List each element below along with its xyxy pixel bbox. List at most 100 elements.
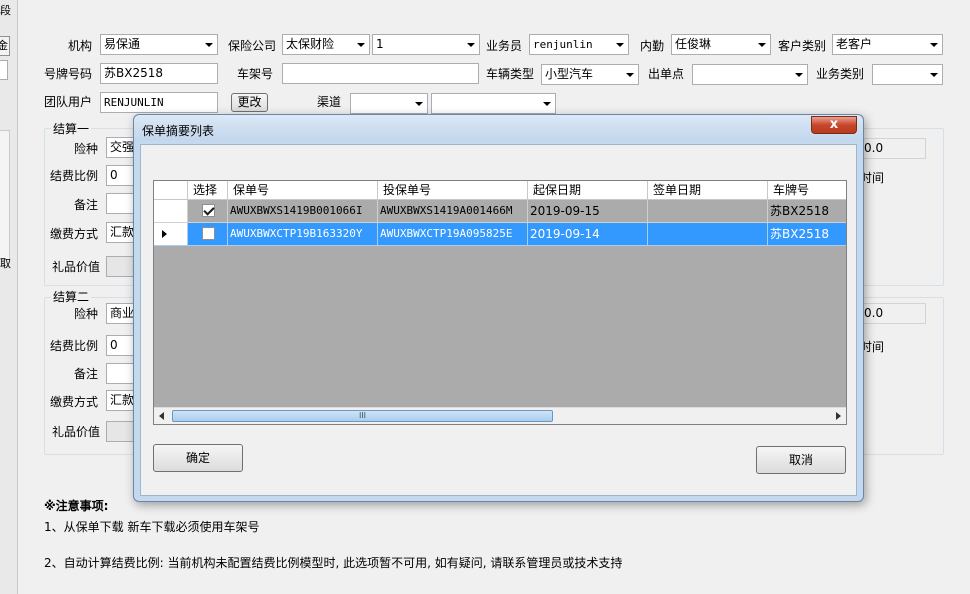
left-edge-button[interactable]: 金 xyxy=(0,36,10,56)
dialog-titlebar[interactable]: 保单摘要列表 x xyxy=(134,115,863,141)
checkbox-checked-icon[interactable] xyxy=(202,204,215,217)
settle1-xianzhong-label: 险种 xyxy=(74,142,99,156)
grid-header-qiandan[interactable]: 签单日期 xyxy=(648,181,768,200)
policy-grid: 选择 保单号 投保单号 起保日期 签单日期 车牌号 AWUXBWXS1419B0… xyxy=(153,180,847,425)
row-qibao: 2019-09-14 xyxy=(528,223,648,246)
grid-header-select[interactable]: 选择 xyxy=(188,181,228,200)
chejia-input[interactable] xyxy=(282,63,479,84)
row-qibao: 2019-09-15 xyxy=(528,200,648,223)
chevron-down-icon xyxy=(758,43,766,47)
ok-button[interactable]: 确定 xyxy=(153,444,243,472)
row-select-cell[interactable] xyxy=(188,200,228,223)
settle1-lipin-label: 礼品价值 xyxy=(52,260,101,274)
baoxian-code-value: 1 xyxy=(376,37,384,51)
grid-horizontal-scrollbar[interactable]: III xyxy=(154,407,846,424)
chevron-down-icon xyxy=(415,102,423,106)
qudao-select-1[interactable] xyxy=(350,93,428,114)
close-button[interactable]: x xyxy=(811,116,857,134)
policy-summary-dialog: 保单摘要列表 x 选择 保单号 投保单号 起保日期 签单日期 车牌号 AWUXB… xyxy=(133,114,864,502)
dialog-title: 保单摘要列表 xyxy=(142,124,215,138)
chudan-label: 出单点 xyxy=(648,67,685,81)
row-toubao: AWUXBWXCTP19A095825E xyxy=(378,223,528,246)
chevron-down-icon xyxy=(205,43,213,47)
settle2-xianzhong-label: 险种 xyxy=(74,307,99,321)
current-row-arrow-icon xyxy=(162,230,167,238)
cheliang-select[interactable]: 小型汽车 xyxy=(541,64,639,85)
kehu-select[interactable]: 老客户 xyxy=(832,34,943,55)
notes-line1: 1、从保单下载 新车下载必须使用车架号 xyxy=(44,520,260,534)
table-row[interactable]: AWUXBWXS1419B001066I AWUXBWXS1419A001466… xyxy=(154,200,846,223)
settle2-beizhu-label: 备注 xyxy=(74,367,99,381)
cheliang-select-value: 小型汽车 xyxy=(545,67,594,81)
grid-header-qibao[interactable]: 起保日期 xyxy=(528,181,648,200)
neiqin-select[interactable]: 任俊琳 xyxy=(671,34,771,55)
chevron-down-icon xyxy=(543,102,551,106)
row-baodan: AWUXBWXCTP19B163320Y xyxy=(228,223,378,246)
row-header[interactable] xyxy=(154,200,188,223)
kehu-select-value: 老客户 xyxy=(836,37,873,51)
row-qiandan xyxy=(648,200,768,223)
neiqin-select-value: 任俊琳 xyxy=(675,37,712,51)
chevron-down-icon xyxy=(357,43,365,47)
settle1-right-value: 0.0 xyxy=(860,138,926,159)
left-edge-side-char: 取 xyxy=(0,257,11,270)
yewuyuan-select-value: renjunlin xyxy=(533,38,593,51)
settle2-title: 结算二 xyxy=(51,290,92,304)
settle2-bili-label: 结费比例 xyxy=(50,339,99,353)
yewuyuan-select[interactable]: renjunlin xyxy=(529,34,629,55)
scroll-left-icon[interactable] xyxy=(159,412,164,420)
grid-header-baodan[interactable]: 保单号 xyxy=(228,181,378,200)
notes-title: ※注意事项: xyxy=(44,499,109,513)
checkbox-unchecked-icon[interactable] xyxy=(202,227,215,240)
haopai-label: 号牌号码 xyxy=(44,67,93,81)
tuandui-label: 团队用户 xyxy=(44,95,93,109)
yewuyuan-label: 业务员 xyxy=(486,39,523,53)
change-button[interactable]: 更改 xyxy=(231,93,268,112)
settle2-jiaofei-label: 缴费方式 xyxy=(50,395,99,409)
yewulei-select[interactable] xyxy=(872,64,943,85)
row-select-cell[interactable] xyxy=(188,223,228,246)
scroll-right-icon[interactable] xyxy=(836,412,841,420)
baoxian-select-value: 太保财险 xyxy=(286,37,335,51)
scrollbar-thumb[interactable]: III xyxy=(172,410,553,422)
row-toubao: AWUXBWXS1419A001466M xyxy=(378,200,528,223)
grid-header-toubao[interactable]: 投保单号 xyxy=(378,181,528,200)
settle1-title: 结算一 xyxy=(51,122,92,136)
row-chepai: 苏BX2518 xyxy=(768,200,846,223)
left-edge-input[interactable] xyxy=(0,60,8,80)
row-header[interactable] xyxy=(154,223,188,246)
neiqin-label: 内勤 xyxy=(640,39,665,53)
grid-header-chepai[interactable]: 车牌号 xyxy=(768,181,846,200)
dialog-client: 选择 保单号 投保单号 起保日期 签单日期 车牌号 AWUXBWXS1419B0… xyxy=(140,144,857,496)
baoxian-label: 保险公司 xyxy=(228,39,277,53)
jigou-label: 机构 xyxy=(68,39,93,53)
chevron-down-icon xyxy=(616,43,624,47)
chevron-down-icon xyxy=(930,43,938,47)
chevron-down-icon xyxy=(795,73,803,77)
settle1-bili-label: 结费比例 xyxy=(50,169,99,183)
chevron-down-icon xyxy=(930,73,938,77)
settle1-beizhu-label: 备注 xyxy=(74,198,99,212)
jigou-select-value: 易保通 xyxy=(104,37,141,51)
haopai-input[interactable]: 苏BX2518 xyxy=(100,63,218,84)
qudao-label: 渠道 xyxy=(317,95,342,109)
left-edge-top-char: 段 xyxy=(0,4,11,17)
jigou-select[interactable]: 易保通 xyxy=(100,34,218,55)
tuandui-input[interactable]: RENJUNLIN xyxy=(100,92,218,113)
baoxian-code-select[interactable]: 1 xyxy=(372,34,480,55)
table-row[interactable]: AWUXBWXCTP19B163320Y AWUXBWXCTP19A095825… xyxy=(154,223,846,246)
grid-header-rowhead xyxy=(154,181,188,200)
chudan-select[interactable] xyxy=(692,64,808,85)
row-chepai: 苏BX2518 xyxy=(768,223,846,246)
cancel-button[interactable]: 取消 xyxy=(756,446,846,474)
baoxian-select[interactable]: 太保财险 xyxy=(282,34,370,55)
chevron-down-icon xyxy=(626,73,634,77)
cheliang-label: 车辆类型 xyxy=(486,67,535,81)
notes-line2: 2、自动计算结费比例: 当前机构未配置结费比例模型时, 此选项暂不可用, 如有疑… xyxy=(44,556,623,570)
yewulei-label: 业务类别 xyxy=(816,67,865,81)
settle2-right-value: 0.0 xyxy=(860,303,926,324)
settle2-lipin-label: 礼品价值 xyxy=(52,425,101,439)
left-edge-strip xyxy=(0,0,18,594)
qudao-select-2[interactable] xyxy=(431,93,556,114)
chejia-label: 车架号 xyxy=(237,67,274,81)
